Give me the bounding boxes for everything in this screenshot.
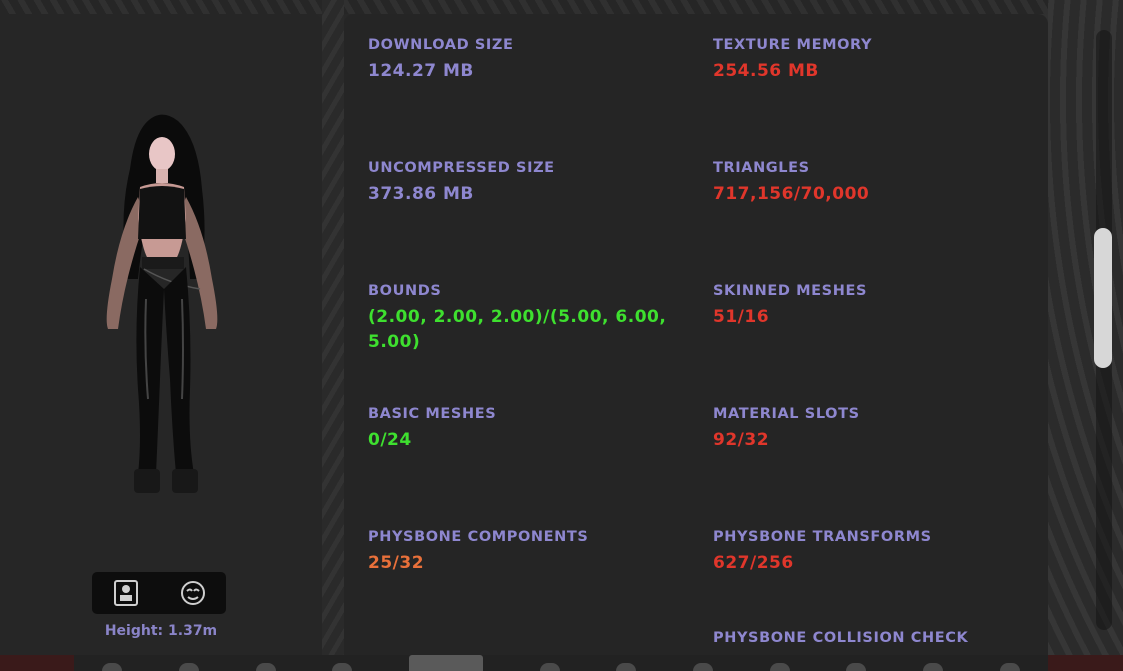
- stat-label: MATERIAL SLOTS: [713, 406, 860, 422]
- nav-item[interactable]: [178, 663, 199, 671]
- background-texture-divider: [322, 0, 344, 671]
- bottom-nav-bar: [74, 655, 1048, 671]
- stat-label: PHYSBONE TRANSFORMS: [713, 529, 932, 545]
- nav-item[interactable]: [332, 663, 353, 671]
- bottom-nav: [0, 655, 1123, 671]
- stat-value: 627/256: [713, 553, 794, 573]
- stat-value: 92/32: [713, 430, 770, 450]
- height-label: Height:: [104, 623, 164, 639]
- face-mask-icon[interactable]: [176, 576, 210, 610]
- nav-item[interactable]: [692, 663, 713, 671]
- stat-value: 124.27 MB: [368, 61, 474, 81]
- avatar-toolbar: [92, 572, 226, 614]
- stat-label: TRIANGLES: [713, 160, 810, 176]
- stat-skinned-meshes: SKINNED MESHES 51/16: [713, 283, 1013, 330]
- avatar-preview-panel: Height: 1.37m: [0, 14, 322, 655]
- stat-value: 373.86 MB: [368, 184, 474, 204]
- stat-material-slots: MATERIAL SLOTS 92/32: [713, 406, 1013, 453]
- stat-value: 0/24: [368, 430, 412, 450]
- nav-item[interactable]: [846, 663, 867, 671]
- stat-label: SKINNED MESHES: [713, 283, 867, 299]
- nav-item[interactable]: [616, 663, 637, 671]
- stat-value: (2.00, 2.00, 2.00)/(5.00, 6.00, 5.00): [368, 307, 667, 352]
- nav-item[interactable]: [769, 663, 790, 671]
- height-value: 1.37m: [168, 623, 218, 639]
- nav-item[interactable]: [999, 663, 1020, 671]
- stat-uncompressed-size: UNCOMPRESSED SIZE 373.86 MB: [368, 160, 668, 207]
- stat-basic-meshes: BASIC MESHES 0/24: [368, 406, 668, 453]
- nav-item-active[interactable]: [408, 655, 483, 671]
- nav-item[interactable]: [539, 663, 560, 671]
- stat-label: PHYSBONE COLLISION CHECK: [713, 630, 969, 646]
- stat-value: 717,156/70,000: [713, 184, 870, 204]
- avatar-height: Height: 1.37m: [0, 623, 322, 639]
- stat-texture-memory: TEXTURE MEMORY 254.56 MB: [713, 37, 1013, 84]
- stat-value: 51/16: [713, 307, 770, 327]
- app-window: Height: 1.37m DOWNLOAD SIZE 124.27 MB TE…: [0, 0, 1123, 671]
- stat-physbone-transforms: PHYSBONE TRANSFORMS 627/256: [713, 529, 1013, 576]
- id-card-icon[interactable]: [109, 576, 143, 610]
- stat-label: TEXTURE MEMORY: [713, 37, 873, 53]
- background-texture-top: [0, 0, 1123, 14]
- stat-download-size: DOWNLOAD SIZE 124.27 MB: [368, 37, 668, 84]
- scrollbar-thumb[interactable]: [1094, 228, 1112, 368]
- stat-label: UNCOMPRESSED SIZE: [368, 160, 555, 176]
- nav-item[interactable]: [922, 663, 943, 671]
- stat-label: PHYSBONE COMPONENTS: [368, 529, 589, 545]
- avatar-model-preview[interactable]: [90, 109, 230, 504]
- performance-stats-panel: DOWNLOAD SIZE 124.27 MB TEXTURE MEMORY 2…: [344, 14, 1048, 655]
- stat-value: 25/32: [368, 553, 425, 573]
- stat-bounds: BOUNDS (2.00, 2.00, 2.00)/(5.00, 6.00, 5…: [368, 283, 668, 355]
- stat-value: 254.56 MB: [713, 61, 819, 81]
- stat-label: BOUNDS: [368, 283, 442, 299]
- nav-item[interactable]: [255, 663, 276, 671]
- stat-physbone-collision-check: PHYSBONE COLLISION CHECK: [713, 630, 1013, 646]
- nav-item[interactable]: [102, 663, 123, 671]
- stat-triangles: TRIANGLES 717,156/70,000: [713, 160, 1013, 207]
- stat-label: DOWNLOAD SIZE: [368, 37, 514, 53]
- stat-label: BASIC MESHES: [368, 406, 497, 422]
- stat-physbone-components: PHYSBONE COMPONENTS 25/32: [368, 529, 668, 576]
